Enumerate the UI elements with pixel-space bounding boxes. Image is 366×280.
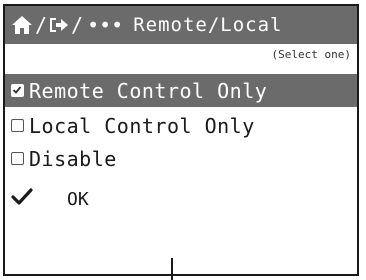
exit-arrow-icon[interactable] xyxy=(49,13,69,37)
home-icon[interactable] xyxy=(11,13,33,37)
option-label: Remote Control Only xyxy=(29,78,268,103)
pointer-line xyxy=(171,258,173,280)
title-bar: / / ••• Remote/Local xyxy=(5,6,357,44)
checkbox-unchecked-icon[interactable] xyxy=(11,119,24,132)
page-title: Remote/Local xyxy=(133,14,283,36)
ellipsis-icon[interactable]: ••• xyxy=(87,13,123,37)
option-label: Local Control Only xyxy=(29,113,255,138)
ok-button[interactable]: OK xyxy=(11,184,89,214)
option-remote-control-only[interactable]: Remote Control Only xyxy=(5,74,357,107)
breadcrumb-separator: / xyxy=(35,13,48,37)
option-local-control-only[interactable]: Local Control Only xyxy=(5,109,357,142)
checkmark-icon xyxy=(11,187,33,211)
checkbox-unchecked-icon[interactable] xyxy=(11,152,24,165)
checkbox-checked-icon[interactable] xyxy=(11,84,24,97)
selection-hint: (Select one) xyxy=(271,48,351,61)
option-disable[interactable]: Disable xyxy=(5,142,357,175)
breadcrumb-separator: / xyxy=(71,13,84,37)
menu-screen: / / ••• Remote/Local (Select one) Remote… xyxy=(3,4,359,276)
option-label: Disable xyxy=(29,146,117,171)
ok-label: OK xyxy=(67,188,89,210)
